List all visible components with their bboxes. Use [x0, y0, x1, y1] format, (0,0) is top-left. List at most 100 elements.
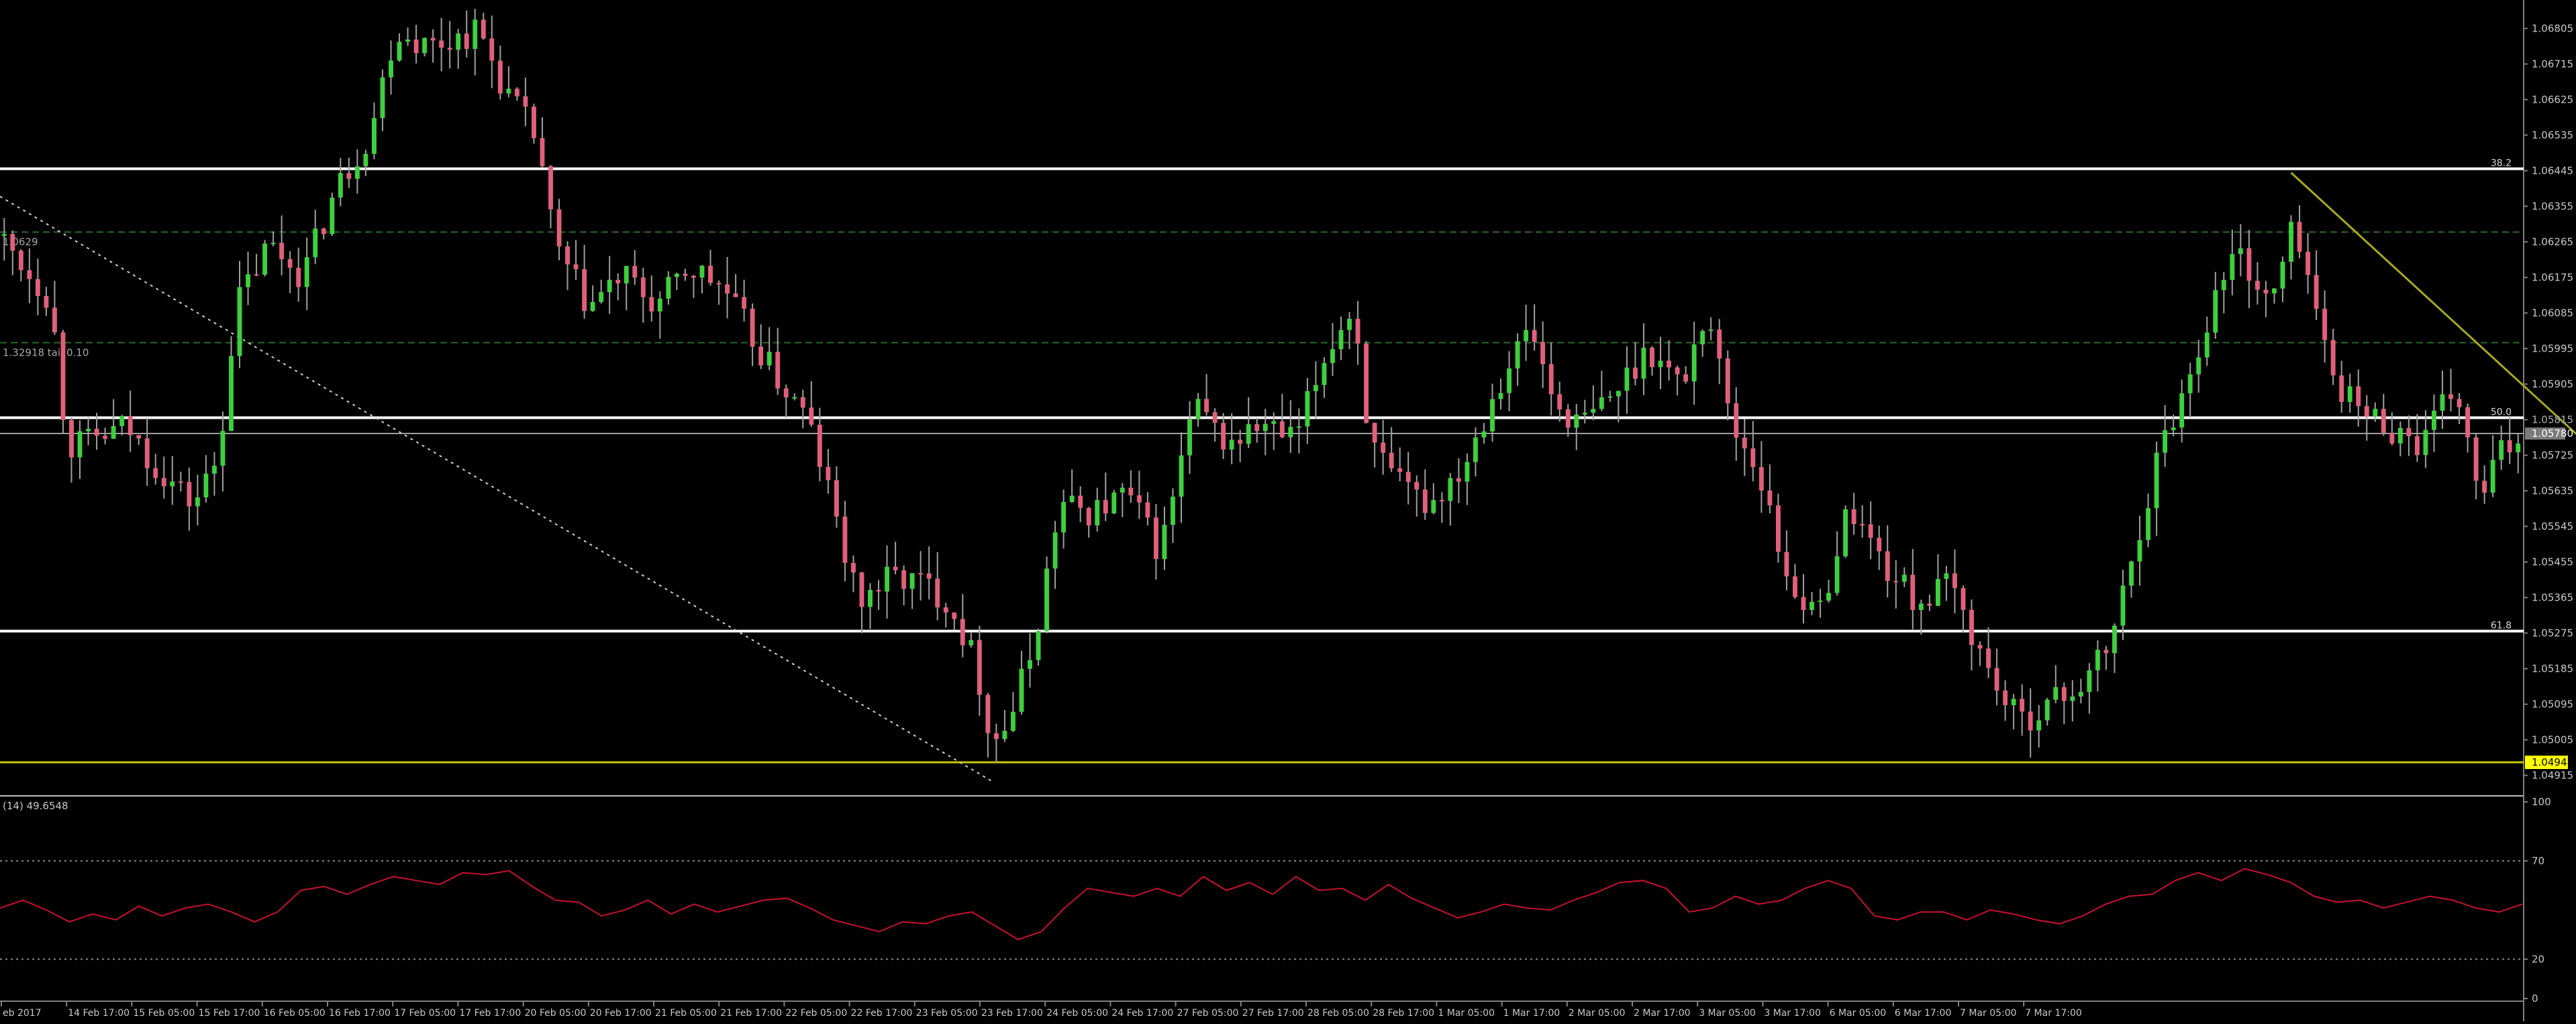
bear-candle: [2473, 437, 2479, 481]
bull-candle: [2179, 393, 2185, 428]
indicator-label: (14) 49.6548: [3, 800, 68, 812]
bull-candle: [1843, 509, 1848, 557]
main-price-panel[interactable]: 1.0629 1.32918 tail 0.10 38.2 50.0 61.8: [0, 0, 2576, 1021]
bear-candle: [2465, 407, 2471, 438]
bear-candle: [2306, 252, 2311, 275]
bull-candle: [1288, 427, 1293, 438]
bear-candle: [573, 264, 579, 270]
price-tick-label: 1.06805: [2532, 22, 2573, 34]
bear-candle: [447, 48, 452, 50]
bear-candle: [1405, 472, 1411, 482]
time-tick-label: 6 Mar 05:00: [1830, 1008, 1887, 1019]
bull-candle: [371, 117, 377, 154]
bear-candle: [2356, 386, 2361, 407]
bull-candle: [456, 33, 461, 50]
bull-candle: [111, 425, 116, 439]
bear-candle: [826, 466, 831, 480]
time-tick-label: 6 Mar 17:00: [1895, 1008, 1952, 1019]
bull-candle: [1708, 329, 1714, 331]
bull-candle: [1616, 391, 1621, 397]
bull-candle: [2044, 699, 2050, 721]
bear-candle: [716, 283, 722, 285]
bear-candle: [481, 19, 486, 39]
time-axis: eb 2017 14 Feb 17:00 15 Feb 05:00 15 Feb 17…: [0, 1001, 2524, 1019]
bear-candle: [2314, 274, 2319, 309]
bull-candle: [1826, 593, 1831, 601]
dashed-level-label: 1.0629: [3, 236, 38, 248]
price-tick-label: 1.04915: [2532, 769, 2573, 781]
bear-candle: [1667, 360, 1671, 368]
bear-candle: [178, 481, 183, 483]
bull-candle: [2289, 221, 2293, 262]
bear-candle: [1868, 524, 1873, 538]
bear-candle: [649, 297, 654, 312]
bull-candle: [1810, 601, 1814, 610]
bull-candle: [1069, 495, 1075, 503]
chart-canvas[interactable]: 1.0629 1.32918 tail 0.10 38.2 50.0 61.8 (14)…: [0, 0, 2576, 1021]
bear-candle: [809, 407, 814, 425]
bear-candle: [2406, 427, 2412, 437]
price-tick-label: 1.05185: [2532, 662, 2573, 674]
price-tick-label: 1.06265: [2532, 236, 2573, 248]
chart-window[interactable]: 1.0629 1.32918 tail 0.10 38.2 50.0 61.8 (14)…: [0, 0, 2576, 1021]
bull-candle: [1658, 360, 1663, 368]
bear-candle: [2028, 711, 2033, 731]
bear-candle: [842, 516, 848, 563]
price-tick-label: 1.05995: [2532, 342, 2573, 354]
bear-candle: [985, 695, 991, 733]
bull-candle: [607, 280, 612, 293]
time-tick-label: 22 Feb 17:00: [851, 1008, 913, 1019]
bull-candle: [1574, 414, 1579, 428]
bear-candle: [128, 416, 133, 436]
bull-candle: [674, 273, 679, 277]
dotted-trendline: [0, 195, 993, 782]
bear-candle: [742, 297, 747, 309]
time-tick-label: 16 Feb 05:00: [264, 1008, 326, 1019]
bear-candle: [2482, 480, 2487, 493]
bear-candle: [977, 639, 982, 695]
bull-candle: [2095, 650, 2100, 670]
current-price-label: 1.05780: [2532, 427, 2573, 440]
bear-candle: [2507, 440, 2512, 453]
bull-candle: [1036, 631, 1041, 660]
bull-candle: [590, 301, 595, 311]
bull-candle: [2221, 280, 2226, 291]
bear-candle: [136, 435, 142, 439]
bull-candle: [792, 397, 797, 399]
bear-candle: [1851, 509, 1856, 525]
indicator-tick-label: 100: [2532, 796, 2551, 808]
bear-candle: [161, 478, 166, 487]
bull-candle: [1330, 349, 1335, 364]
bull-candle: [195, 497, 200, 507]
bull-candle: [1322, 363, 1327, 385]
bull-candle: [1481, 431, 1487, 438]
bear-candle: [691, 276, 696, 278]
bear-candle: [632, 266, 638, 278]
time-tick-label: 3 Mar 05:00: [1699, 1008, 1756, 1019]
bear-candle: [1977, 645, 1983, 649]
bear-candle: [1381, 442, 1386, 453]
rsi-indicator-panel[interactable]: (14) 49.6548 100 70 20 0: [0, 796, 2551, 1005]
fib-level-label: 38.2: [2491, 158, 2512, 168]
bear-candle: [1364, 344, 1369, 423]
bear-candle: [2246, 248, 2252, 281]
indicator-tick-label: 20: [2532, 953, 2544, 965]
bull-candle: [1246, 424, 1251, 444]
bull-candle: [1162, 525, 1167, 560]
bull-candle: [1052, 532, 1058, 569]
bull-candle: [2053, 687, 2059, 700]
bear-candle: [548, 166, 553, 209]
price-tick-label: 1.05455: [2532, 556, 2573, 568]
time-tick-label: 24 Feb 17:00: [1111, 1008, 1173, 1019]
bull-candle: [203, 473, 209, 498]
bull-candle: [170, 481, 175, 487]
bear-candle: [1414, 482, 1420, 490]
bear-candle: [1801, 597, 1806, 610]
time-tick-label: 28 Feb 05:00: [1307, 1008, 1369, 1019]
bear-candle: [1238, 440, 1243, 444]
bear-candle: [1910, 574, 1916, 611]
time-tick-label: 15 Feb 05:00: [133, 1008, 195, 1019]
bull-candle: [237, 287, 242, 356]
time-tick-label: 22 Feb 05:00: [785, 1008, 847, 1019]
bull-candle: [2196, 357, 2201, 374]
